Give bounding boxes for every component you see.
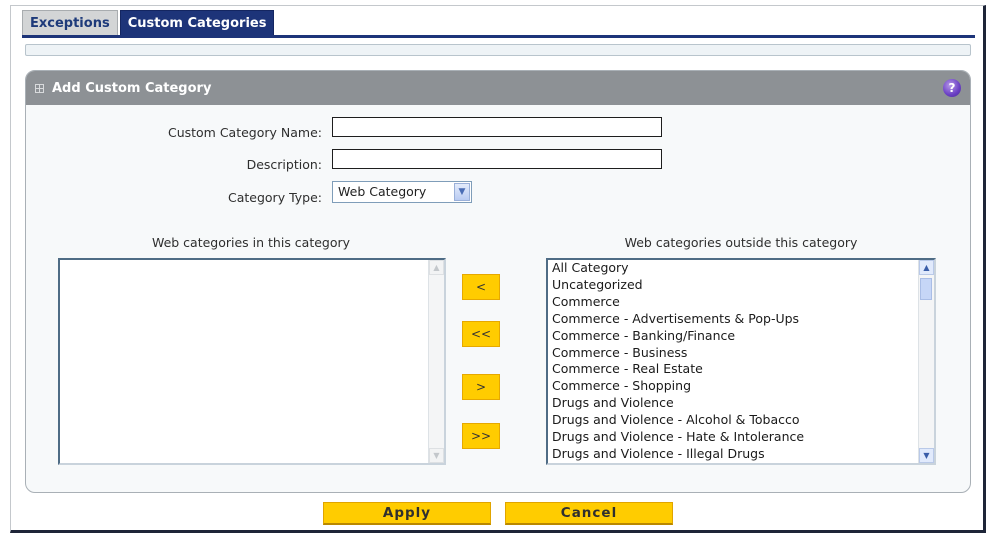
list-item[interactable]: Commerce xyxy=(548,294,934,311)
outside-category-list[interactable]: All Category Uncategorized Commerce Commerc… xyxy=(546,258,936,465)
scroll-down-icon: ▼ xyxy=(429,448,444,463)
add-all-button[interactable]: << xyxy=(462,321,500,347)
apply-button[interactable]: Apply xyxy=(323,502,491,525)
tab-custom-categories[interactable]: Custom Categories xyxy=(119,10,275,36)
tab-underline xyxy=(22,35,975,38)
remove-selected-button[interactable]: > xyxy=(462,374,500,400)
list-item[interactable]: Drugs and Violence - Hate & Intolerance xyxy=(548,429,934,446)
custom-category-name-label: Custom Category Name: xyxy=(167,125,322,140)
outside-list-scrollbar[interactable]: ▲ ▼ xyxy=(918,260,934,463)
inside-list-heading: Web categories in this category xyxy=(151,235,351,250)
custom-category-name-input[interactable] xyxy=(332,117,662,137)
scroll-up-icon[interactable]: ▲ xyxy=(919,260,934,275)
remove-all-button[interactable]: >> xyxy=(462,423,500,449)
description-input[interactable] xyxy=(332,149,662,169)
category-type-select[interactable]: Web Category ▼ xyxy=(332,181,472,203)
list-item[interactable]: Drugs and Violence - Alcohol & Tobacco xyxy=(548,412,934,429)
tab-bar: Exceptions Custom Categories xyxy=(22,10,275,36)
description-label: Description: xyxy=(246,157,322,172)
list-item[interactable]: Commerce - Shopping xyxy=(548,378,934,395)
grip-icon xyxy=(35,83,44,93)
category-type-value: Web Category xyxy=(338,184,427,199)
outside-list-heading: Web categories outside this category xyxy=(624,235,858,250)
cancel-button[interactable]: Cancel xyxy=(505,502,673,525)
inside-list-scrollbar[interactable]: ▲ ▼ xyxy=(428,260,444,463)
inside-category-list[interactable]: ▲ ▼ xyxy=(58,258,446,465)
help-icon[interactable]: ? xyxy=(943,79,961,97)
tab-exceptions[interactable]: Exceptions xyxy=(22,10,118,36)
panel-header: Add Custom Category ? xyxy=(26,71,970,105)
list-item[interactable]: All Category xyxy=(548,260,934,277)
chevron-down-icon[interactable]: ▼ xyxy=(454,183,470,201)
list-item[interactable]: Commerce - Advertisements & Pop-Ups xyxy=(548,311,934,328)
list-item[interactable]: Drugs and Violence xyxy=(548,395,934,412)
list-item[interactable]: Commerce - Banking/Finance xyxy=(548,328,934,345)
panel-title: Add Custom Category xyxy=(52,80,212,96)
scroll-thumb[interactable] xyxy=(920,278,932,300)
list-item[interactable]: Commerce - Real Estate xyxy=(548,361,934,378)
scroll-up-icon: ▲ xyxy=(429,260,444,275)
status-bar xyxy=(25,44,971,56)
list-item[interactable]: Commerce - Business xyxy=(548,345,934,362)
add-selected-button[interactable]: < xyxy=(462,274,500,300)
category-type-label: Category Type: xyxy=(228,190,322,205)
list-item[interactable]: Uncategorized xyxy=(548,277,934,294)
scroll-down-icon[interactable]: ▼ xyxy=(919,448,934,463)
list-item[interactable]: Drugs and Violence - Illegal Drugs xyxy=(548,446,934,463)
